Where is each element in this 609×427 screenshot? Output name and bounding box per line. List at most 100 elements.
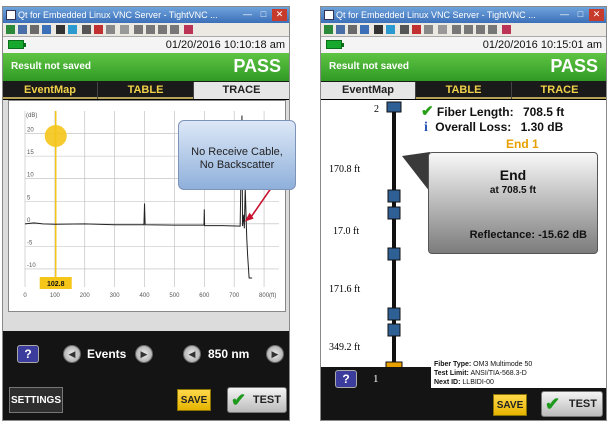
zoom-fit-icon[interactable] — [158, 25, 167, 34]
pause-icon[interactable] — [56, 25, 65, 34]
new-connection-icon[interactable] — [324, 25, 333, 34]
cursor-value-label: 102.8 — [47, 281, 65, 288]
zoom-100-icon[interactable] — [488, 25, 497, 34]
pause-icon[interactable] — [374, 25, 383, 34]
wavelength-prev-button[interactable]: ◀ — [183, 345, 201, 363]
tab-trace[interactable]: TRACE — [194, 82, 289, 99]
distance-label-1: 170.8 ft — [329, 164, 360, 175]
new-connection-icon[interactable] — [6, 25, 15, 34]
zoom-in-icon[interactable] — [452, 25, 461, 34]
connector-marker-5[interactable] — [387, 323, 401, 337]
tab-table[interactable]: TABLE — [416, 82, 512, 99]
events-prev-button[interactable]: ◀ — [63, 345, 81, 363]
test-limit-value: ANSI/TIA-568.3-D — [470, 370, 527, 377]
connector-marker-4[interactable] — [387, 307, 401, 321]
datetime: 01/20/2016 10:15:01 am — [482, 39, 602, 51]
options-icon[interactable] — [348, 25, 357, 34]
event-detail-panel[interactable]: End at 708.5 ft Reflectance: -15.62 dB — [428, 152, 598, 254]
battery-icon — [8, 40, 26, 49]
end-connector-marker[interactable] — [386, 101, 402, 113]
event-map-diagram[interactable]: 2 170.8 ft 17.0 ft 171.6 ft 349.2 ft — [321, 100, 421, 380]
status-bar: 01/20/2016 10:15:01 am — [321, 37, 606, 53]
settings-button[interactable]: SETTINGS — [9, 387, 63, 413]
events-next-button[interactable]: ▶ — [135, 345, 153, 363]
zoom-out-icon[interactable] — [464, 25, 473, 34]
help-button[interactable]: ? — [335, 370, 357, 388]
next-id-label: Next ID: — [434, 379, 461, 386]
info-icon[interactable] — [42, 25, 51, 34]
tab-eventmap[interactable]: EventMap — [3, 82, 98, 99]
transfer-icon[interactable] — [438, 25, 447, 34]
transfer-icon[interactable] — [120, 25, 129, 34]
x-tick-label: 100 — [50, 293, 61, 299]
callout-line-2: No Backscatter — [199, 159, 275, 171]
fiber-length-row: ✔ Fiber Length: 708.5 ft — [421, 102, 564, 120]
alt-key-icon[interactable] — [424, 25, 433, 34]
connector-marker-1[interactable] — [387, 189, 401, 203]
vnc-toolbar — [3, 23, 289, 37]
options-icon[interactable] — [30, 25, 39, 34]
x-tick-label: 600 — [199, 293, 210, 299]
ctrl-key-icon[interactable] — [412, 25, 421, 34]
test-button[interactable]: ✔ TEST — [541, 391, 603, 417]
end-label: End 1 — [506, 137, 539, 151]
connector-marker-3[interactable] — [387, 247, 401, 261]
minimize-icon[interactable]: — — [240, 9, 255, 21]
fullscreen-icon[interactable] — [184, 25, 193, 34]
fiber-type-label: Fiber Type: — [434, 361, 472, 368]
test-limit-label: Test Limit: — [434, 370, 469, 377]
window-titlebar: Qt for Embedded Linux VNC Server - Tight… — [3, 7, 289, 23]
x-tick-label: 700 — [229, 293, 240, 299]
result-bar: Result not saved PASS — [3, 53, 289, 81]
battery-icon — [326, 40, 344, 49]
fiber-length-label: Fiber Length: — [436, 105, 514, 119]
tab-bar: EventMap TABLE TRACE — [3, 81, 289, 99]
save-button[interactable]: SAVE — [493, 394, 527, 416]
ctrl-alt-del-icon[interactable] — [400, 25, 409, 34]
zoom-in-icon[interactable] — [134, 25, 143, 34]
ctrl-alt-del-icon[interactable] — [82, 25, 91, 34]
fullscreen-icon[interactable] — [502, 25, 511, 34]
callout-line-1: No Receive Cable, — [191, 146, 283, 158]
refresh-icon[interactable] — [386, 25, 395, 34]
tab-eventmap[interactable]: EventMap — [321, 82, 416, 99]
zoom-fit-icon[interactable] — [476, 25, 485, 34]
close-icon[interactable]: ✕ — [272, 9, 287, 21]
wavelength-next-button[interactable]: ▶ — [266, 345, 284, 363]
info-icon[interactable] — [360, 25, 369, 34]
tab-trace[interactable]: TRACE — [512, 82, 606, 99]
alt-key-icon[interactable] — [106, 25, 115, 34]
refresh-icon[interactable] — [68, 25, 77, 34]
close-icon[interactable]: ✕ — [589, 9, 604, 21]
overall-loss-row: i Overall Loss: 1.30 dB — [424, 120, 563, 136]
left-vnc-window: Qt for Embedded Linux VNC Server - Tight… — [2, 6, 290, 421]
event-reflectance: Reflectance: -15.62 dB — [469, 229, 587, 241]
save-session-icon[interactable] — [18, 25, 27, 34]
trace-controls: ? ◀ Events ▶ ◀ 850 nm ▶ SETTINGS SAVE ✔ … — [3, 331, 289, 420]
save-session-icon[interactable] — [336, 25, 345, 34]
zoom-out-icon[interactable] — [146, 25, 155, 34]
distance-label-3: 171.6 ft — [329, 284, 360, 295]
ctrl-key-icon[interactable] — [94, 25, 103, 34]
zoom-100-icon[interactable] — [170, 25, 179, 34]
y-tick-label: 5 — [27, 195, 31, 201]
save-button[interactable]: SAVE — [177, 389, 211, 411]
y-tick-label: 10 — [27, 173, 34, 179]
maximize-icon[interactable]: □ — [256, 9, 271, 21]
tab-table[interactable]: TABLE — [98, 82, 194, 99]
fiber-length-value: 708.5 ft — [522, 105, 565, 119]
start-number: 1 — [373, 373, 379, 385]
next-id-value: LLBIDI-00 — [462, 379, 494, 386]
event-location: at 708.5 ft — [489, 185, 537, 196]
minimize-icon[interactable]: — — [557, 9, 572, 21]
checkmark-icon: ✔ — [231, 390, 247, 410]
checkmark-icon: ✔ — [545, 394, 561, 414]
maximize-icon[interactable]: □ — [573, 9, 588, 21]
end-number: 2 — [374, 104, 379, 115]
help-button[interactable]: ? — [17, 345, 39, 363]
eventmap-footer: ? 1 Fiber Type: OM3 Multimode 50 Test Li… — [321, 359, 606, 420]
test-button[interactable]: ✔ TEST — [227, 387, 287, 413]
test-button-label: TEST — [568, 398, 597, 410]
result-status: Result not saved — [329, 61, 410, 72]
connector-marker-2[interactable] — [387, 206, 401, 220]
